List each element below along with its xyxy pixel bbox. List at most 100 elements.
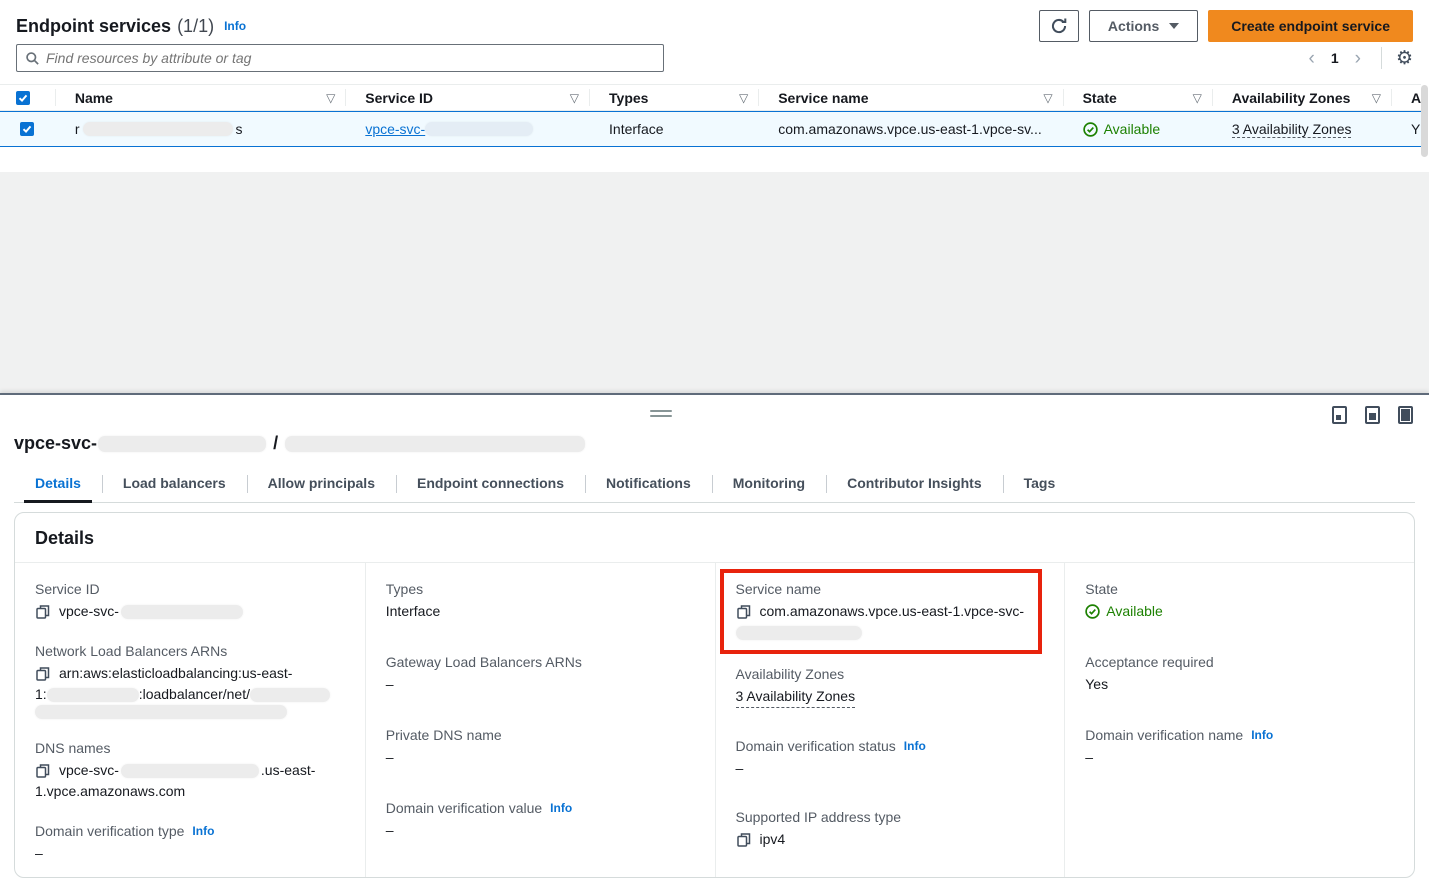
tab-monitoring[interactable]: Monitoring [712,467,826,502]
filter-icon[interactable]: ▽ [1043,91,1052,105]
info-link[interactable]: Info [192,824,214,838]
filter-icon[interactable]: ▽ [326,91,335,105]
tab-notifications[interactable]: Notifications [585,467,712,502]
column-header-name[interactable]: Name▽ [55,85,345,110]
page-number[interactable]: 1 [1327,50,1343,66]
field-nlb-arns: Network Load Balancers ARNs arn:aws:elas… [35,643,341,719]
panel-position-side-icon[interactable] [1365,406,1380,424]
column-header-state[interactable]: State▽ [1063,85,1212,110]
panel-fullscreen-icon[interactable] [1398,406,1413,424]
prev-page-icon[interactable]: ‹ [1303,49,1321,68]
redacted-text [285,436,585,452]
availability-zones-popover-trigger[interactable]: 3 Availability Zones [1232,121,1352,138]
divider [1381,47,1382,69]
cell-acceptance-truncated: Y [1391,112,1421,146]
copy-icon[interactable] [736,604,752,620]
field-service-id: Service ID vpce-svc- [35,581,341,622]
split-panel-drag-handle[interactable] [650,410,672,417]
column-header-types[interactable]: Types▽ [589,85,758,110]
field-supported-ip-address-type: Supported IP address type ipv4 [736,809,1041,850]
details-column-1: Service ID vpce-svc- Network [15,563,365,878]
search-input[interactable] [46,50,655,66]
search-icon [25,51,40,66]
filter-icon[interactable]: ▽ [1193,91,1202,105]
redacted-text [98,436,266,452]
check-circle-icon [1085,604,1100,619]
filter-icon[interactable]: ▽ [1372,91,1381,105]
table-header-row: Name▽ Service ID▽ Types▽ Service name▽ S… [0,84,1421,111]
create-endpoint-service-button[interactable]: Create endpoint service [1208,10,1413,42]
field-private-dns-name: Private DNS name – [386,727,691,768]
row-checkbox[interactable] [20,122,34,136]
service-id-link[interactable]: vpce-svc- [365,121,533,137]
cell-availability-zones: 3 Availability Zones [1212,112,1391,146]
copy-icon[interactable] [35,666,51,682]
vertical-scrollbar[interactable] [1421,85,1428,157]
table-row[interactable]: r s vpce-svc- Interface com.amazonaws.vp… [0,111,1421,147]
endpoint-services-pane: Endpoint services (1/1) Info Actions Cre… [0,0,1429,393]
selected-count: (1/1) [177,16,214,37]
copy-icon[interactable] [736,832,752,848]
pagination: ‹ 1 › ⚙ [1303,47,1414,69]
field-domain-verification-name: Domain verification name Info – [1085,727,1390,768]
check-circle-icon [1083,122,1098,137]
actions-button[interactable]: Actions [1089,10,1198,42]
availability-zones-popover-trigger[interactable]: 3 Availability Zones [736,686,856,708]
page: Endpoint services (1/1) Info Actions Cre… [0,0,1429,886]
tab-contributor-insights[interactable]: Contributor Insights [826,467,1003,502]
content-background [0,172,1429,393]
actions-button-label: Actions [1108,18,1159,34]
column-header-service-name[interactable]: Service name▽ [758,85,1062,110]
tab-details[interactable]: Details [14,467,102,502]
header-info-link[interactable]: Info [224,19,246,33]
column-header-availability-zones[interactable]: Availability Zones▽ [1212,85,1391,110]
split-panel: vpce-svc- / Details Load balancers Allow… [0,393,1429,886]
redacted-text [47,688,139,702]
refresh-icon [1050,17,1068,35]
tab-endpoint-connections[interactable]: Endpoint connections [396,467,585,502]
filter-icon[interactable]: ▽ [570,91,579,105]
next-page-icon[interactable]: › [1349,49,1367,68]
select-all-checkbox[interactable] [16,91,30,105]
field-types: Types Interface [386,581,691,622]
table-toolbar: ‹ 1 › ⚙ [16,44,1413,72]
details-column-4: State Available [1064,563,1414,878]
chevron-down-icon [1169,23,1179,29]
copy-icon[interactable] [35,763,51,779]
row-checkbox-cell [0,112,55,146]
panel-title: vpce-svc- / [14,433,585,454]
redacted-text [121,605,243,619]
cell-service-name: com.amazonaws.vpce.us-east-1.vpce-sv... [758,112,1062,146]
tab-allow-principals[interactable]: Allow principals [247,467,396,502]
info-link[interactable]: Info [904,739,926,753]
info-link[interactable]: Info [1251,728,1273,742]
redacted-text [83,122,233,136]
panel-tabs: Details Load balancers Allow principals … [14,467,1415,503]
field-domain-verification-value: Domain verification value Info – [386,800,691,841]
filter-icon[interactable]: ▽ [739,91,748,105]
details-card-body: Service ID vpce-svc- Network [15,563,1414,878]
copy-icon[interactable] [35,604,51,620]
column-header-service-id[interactable]: Service ID▽ [345,85,589,110]
tab-load-balancers[interactable]: Load balancers [102,467,247,502]
details-card: Details Service ID vpce-svc- [14,512,1415,878]
refresh-button[interactable] [1039,10,1079,42]
details-card-heading: Details [15,513,1414,563]
page-title: Endpoint services [16,16,171,37]
tab-tags[interactable]: Tags [1003,467,1077,502]
redacted-text [736,626,862,640]
redacted-text [35,705,287,719]
cell-types: Interface [589,112,758,146]
cell-state: Available [1063,112,1212,146]
field-glb-arns: Gateway Load Balancers ARNs – [386,654,691,695]
search-box[interactable] [16,44,664,72]
header-actions: Actions Create endpoint service [1039,10,1413,42]
gear-icon[interactable]: ⚙ [1396,49,1413,68]
panel-position-bottom-icon[interactable] [1332,406,1347,424]
field-domain-verification-type: Domain verification type Info – [35,823,341,864]
redacted-text [425,122,533,136]
info-link[interactable]: Info [550,801,572,815]
page-header: Endpoint services (1/1) Info Actions Cre… [16,10,1413,42]
service-name-highlight-box: Service name com.amazonaws.vpce.us-east-… [720,569,1043,654]
column-header-acceptance-truncated[interactable]: A [1391,85,1421,110]
